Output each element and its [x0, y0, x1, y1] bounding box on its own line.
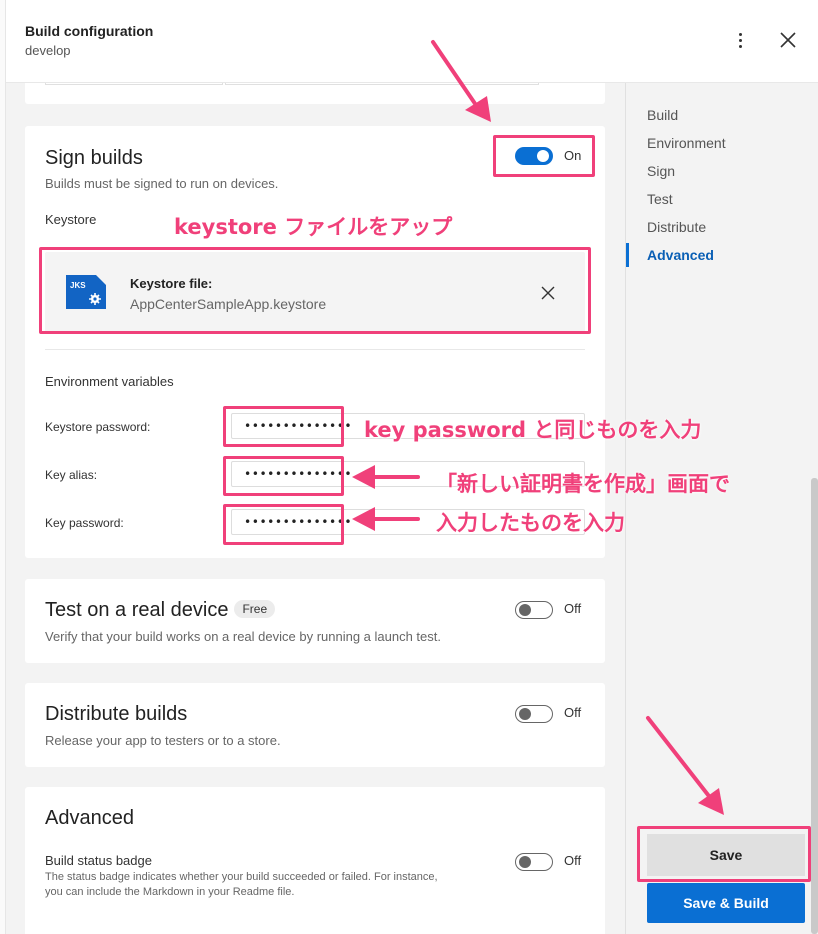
- distribute-builds-toggle-label: Off: [564, 705, 582, 720]
- free-badge: Free: [234, 600, 276, 618]
- test-device-title: Test on a real device Free: [45, 599, 276, 622]
- build-status-badge-toggle[interactable]: [515, 853, 553, 871]
- sign-builds-toggle-label: On: [564, 148, 582, 163]
- test-device-card: Test on a real device Free Verify that yo…: [25, 579, 605, 663]
- annotation-key-password-same: key password と同じものを入力: [364, 418, 702, 442]
- jks-icon-label: JKS: [70, 281, 86, 290]
- build-status-badge-toggle-label: Off: [564, 853, 582, 868]
- panel-title: Build configuration: [25, 23, 154, 39]
- section-divider: [45, 349, 585, 350]
- distribute-builds-card: Distribute builds Release your app to te…: [25, 683, 605, 767]
- previous-field: [225, 83, 539, 85]
- annotation-upload-keystore: keystore ファイルをアップ: [174, 215, 453, 239]
- previous-field: [45, 83, 223, 85]
- advanced-card: Advanced Build status badge The status b…: [25, 787, 605, 934]
- advanced-title: Advanced: [45, 807, 134, 829]
- keystore-file-box: JKS Keystore file: AppCenterSampleApp.ke…: [45, 252, 585, 332]
- save-button[interactable]: Save: [647, 834, 805, 876]
- distribute-builds-description: Release your app to testers or to a stor…: [45, 733, 281, 748]
- nav-item-environment[interactable]: Environment: [647, 135, 726, 151]
- previous-card-tail: [25, 83, 605, 104]
- scrollbar[interactable]: [811, 478, 818, 934]
- keystore-label: Keystore: [45, 212, 97, 227]
- jks-file-icon: JKS: [66, 275, 106, 309]
- nav-item-distribute[interactable]: Distribute: [647, 219, 706, 235]
- test-device-toggle-label: Off: [564, 601, 582, 616]
- panel-header: Build configuration develop: [6, 0, 818, 83]
- build-status-badge-description-2: you can include the Markdown in your Rea…: [45, 886, 295, 898]
- close-icon[interactable]: [778, 30, 798, 50]
- keystore-password-label: Keystore password:: [45, 420, 151, 434]
- keystore-file-name: AppCenterSampleApp.keystore: [130, 296, 327, 312]
- annotation-new-cert-line2: 入力したものを入力: [436, 511, 625, 535]
- build-status-badge-description-1: The status badge indicates whether your …: [45, 871, 438, 883]
- distribute-builds-title: Distribute builds: [45, 703, 188, 725]
- build-configuration-panel: Build configuration develop Sign builds …: [6, 0, 818, 934]
- more-options-icon[interactable]: [730, 28, 750, 52]
- save-and-build-button[interactable]: Save & Build: [647, 883, 805, 923]
- annotation-new-cert-line1: 「新しい証明書を作成」画面で: [436, 472, 730, 496]
- active-nav-indicator: [626, 243, 629, 267]
- sign-builds-description: Builds must be signed to run on devices.: [45, 176, 279, 191]
- distribute-builds-toggle[interactable]: [515, 705, 553, 723]
- key-alias-label: Key alias:: [45, 468, 98, 482]
- nav-item-sign[interactable]: Sign: [647, 163, 675, 179]
- remove-keystore-icon[interactable]: [541, 286, 555, 300]
- section-navigation: Build Environment Sign Test Distribute A…: [625, 83, 818, 934]
- test-device-title-text: Test on a real device: [45, 599, 229, 621]
- nav-item-test[interactable]: Test: [647, 191, 673, 207]
- test-device-description: Verify that your build works on a real d…: [45, 629, 441, 644]
- nav-item-build[interactable]: Build: [647, 107, 678, 123]
- key-password-label: Key password:: [45, 516, 124, 530]
- nav-item-advanced[interactable]: Advanced: [647, 247, 714, 263]
- sign-builds-title: Sign builds: [45, 147, 143, 169]
- sign-builds-toggle[interactable]: [515, 147, 553, 165]
- environment-variables-label: Environment variables: [45, 374, 174, 389]
- test-device-toggle[interactable]: [515, 601, 553, 619]
- branch-name: develop: [25, 43, 71, 58]
- build-status-badge-title: Build status badge: [45, 853, 152, 868]
- keystore-file-title: Keystore file:: [130, 276, 213, 291]
